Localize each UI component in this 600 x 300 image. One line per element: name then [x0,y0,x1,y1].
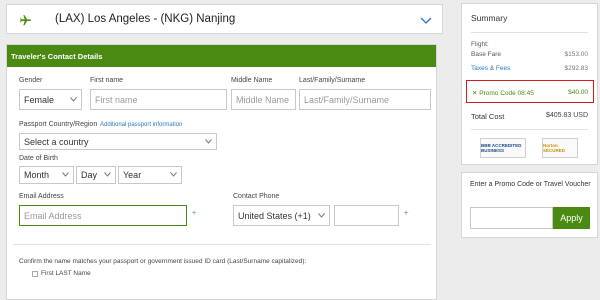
promo-code-panel: Enter a Promo Code or Travel Voucher App… [461,172,598,238]
divider [471,129,588,130]
dob-label: Date of Birth [19,155,58,162]
divider [471,32,588,33]
bbb-badge: BBB ACCREDITED BUSINESS [480,138,526,158]
passport-country-value: Select a country [24,136,89,147]
flight-label-row: Flight: [471,41,588,48]
dob-day-value: Day [81,170,98,180]
first-name-input[interactable]: First name [90,89,227,110]
gender-select[interactable]: Female [19,89,82,110]
promo-code-applied-row: ✕ Promo Code 08:45 $40.00 [466,80,594,103]
flight-route: (LAX) Los Angeles - (NKG) Nanjing [55,13,236,25]
email-label: Email Address [19,193,64,200]
taxes-fees-link[interactable]: Taxes & Fees [471,65,510,72]
form-header: Traveler's Contact Details [7,45,436,67]
passport-label: Passport Country/Region [19,121,98,128]
add-email-button[interactable]: + [192,210,196,217]
dob-month-value: Month [24,170,50,180]
promo-code-item: ✕ Promo Code 08:45 [472,89,534,97]
summary-title: Summary [471,13,508,23]
phone-number-input[interactable] [334,205,399,226]
dob-month-select[interactable]: Month [19,166,74,184]
norton-badge: Norton SECURED [542,138,578,158]
apply-button[interactable]: Apply [553,207,590,229]
last-name-input[interactable]: Last/Family/Surname [299,89,431,110]
base-fare-label: Base Fare [471,51,501,58]
promo-code-label: Enter a Promo Code or Travel Voucher [470,181,591,188]
base-fare-row: Base Fare $153.00 [471,51,588,58]
flight-header[interactable]: (LAX) Los Angeles - (NKG) Nanjing [6,4,443,34]
gender-value: Female [24,94,55,105]
phone-country-value: United States (+1) [238,210,311,221]
middle-name-label: Middle Name [231,77,273,84]
email-input[interactable]: Email Address [19,205,187,226]
chevron-down-icon [205,138,212,144]
summary-panel: Summary Flight: Base Fare $153.00 Taxes … [461,3,598,165]
chevron-down-icon [170,172,177,177]
airplane-icon [20,15,31,26]
phone-country-select[interactable]: United States (+1) [233,205,330,226]
divider [13,244,431,245]
phone-label: Contact Phone [233,193,280,200]
dob-year-select[interactable]: Year [118,166,182,184]
name-confirm-label: First LAST Name [41,270,91,277]
first-name-label: First name [90,77,124,84]
base-fare-value: $153.00 [564,51,589,58]
add-phone-button[interactable]: + [404,210,408,217]
promo-code-input[interactable] [470,207,553,229]
dob-day-select[interactable]: Day [76,166,116,184]
passport-country-select[interactable]: Select a country [19,133,217,150]
traveler-contact-form: Traveler's Contact Details Gender Female… [6,44,437,300]
last-name-label: Last/Family/Surname [299,77,366,84]
chevron-down-icon [70,96,77,102]
promo-code-label: Promo Code 08:45 [479,90,534,97]
dob-year-value: Year [123,170,142,180]
remove-promo-icon[interactable]: ✕ [472,90,477,97]
middle-name-input[interactable]: Middle Name [231,89,296,110]
name-confirm-checkbox[interactable] [32,271,38,277]
chevron-down-icon[interactable] [420,14,432,26]
taxes-row: Taxes & Fees $292.83 [471,65,588,72]
chevron-down-icon [104,172,111,177]
total-cost-row: Total Cost $405.83 USD [471,112,588,121]
additional-passport-link[interactable]: Additional passport information [100,122,182,128]
flight-label: Flight: [471,41,489,48]
gender-label: Gender [19,77,43,84]
confirm-name-text: Confirm the name matches your passport o… [19,258,307,265]
chevron-down-icon [62,172,69,177]
promo-code-value: $40.00 [568,89,588,96]
taxes-fees-value: $292.83 [564,65,589,72]
total-cost-value: $405.83 USD [545,112,588,119]
chevron-down-icon [318,212,325,218]
total-cost-label: Total Cost [471,112,505,121]
